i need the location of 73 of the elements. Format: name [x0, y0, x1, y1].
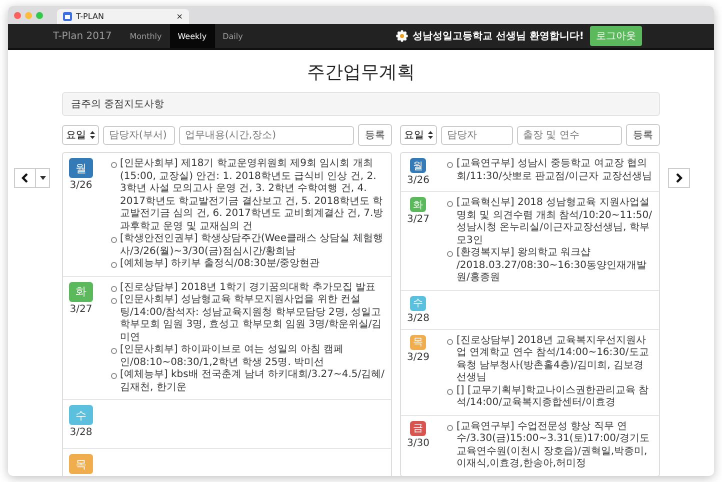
bullet-icon	[447, 338, 454, 344]
bullet-icon	[111, 373, 117, 379]
bullet-icon	[111, 262, 117, 268]
schedule-item: [교육연구부] 수업전문성 향상 직무 연수/3.30(금)15:00~3.31(토)17:00/경기도교육연수원(이천시 장호읍)/권혁일,박종미,이재식,이효경,한송아,허미정	[456, 420, 650, 470]
schedule-item: [환경복지부] 왕의학교 워크샵 /2018.03.27/08:30~16:30동양인재개발원/홍종원	[456, 247, 648, 284]
bullet-icon	[447, 251, 454, 257]
bullet-icon	[447, 424, 454, 430]
date-label: 3/29	[407, 352, 430, 362]
day-badge: 화	[410, 197, 426, 212]
date-label: 3/30	[407, 438, 430, 448]
schedule-item: [교육혁신부] 2018 성남형교육 지원사업설명회 및 의견수렴 개최 참석/10:20~11:50/성남시청 온누리실/이근자교장선생님, 학부모3인	[456, 197, 653, 247]
day-badge: 수	[410, 296, 426, 310]
maximize-dot-icon[interactable]	[36, 12, 43, 18]
bullet-icon	[447, 201, 454, 207]
bullet-icon	[111, 162, 117, 168]
updown-icon	[90, 131, 95, 139]
day-badge: 목	[69, 454, 93, 474]
schedule-item: [] [교무기획부]학교나이스권한관리교육 참석/14:00/교육복지종합센터/이효경	[456, 384, 650, 410]
minimize-dot-icon[interactable]	[25, 12, 32, 18]
day-select[interactable]: 요일	[62, 125, 99, 145]
page-title: 주간업무계획	[306, 61, 416, 84]
content-field[interactable]: 업무내용(시간,장소)	[179, 126, 354, 144]
date-label: 3/28	[407, 312, 430, 324]
owner-field[interactable]: 담당자(부서)	[103, 126, 175, 144]
day-badge: 월	[410, 158, 426, 173]
schedule-item: [예체능부] kbs배 전국춘계 남녀 하키대회/3.27~4.5/김혜/김재천, 한기운	[120, 369, 385, 394]
day-badge: 목	[410, 334, 426, 350]
day-badge: 금	[410, 420, 426, 436]
nav-tab[interactable]: Daily	[214, 24, 251, 48]
content-field[interactable]: 출장 및 연수	[517, 126, 622, 144]
updown-icon	[428, 131, 433, 139]
submit-button[interactable]: 등록	[626, 124, 660, 146]
schedule-item: [진로상담부] 2018년 1학기 경기꿈의대학 추가모집 발표	[120, 282, 376, 294]
date-label: 3/27	[407, 214, 430, 225]
nav-tab[interactable]: Monthly	[122, 24, 170, 48]
date-label: 3/28	[70, 427, 92, 438]
schedule-item: [진로상담부] 2018년 교육복지우선지원사업 연계학교 연수 참석/14:00~16:30/도교육청 남부청사(방촌홀4층)/김미희, 김보경 선생님	[456, 334, 650, 384]
bullet-icon	[111, 286, 117, 292]
chevron-left-icon	[21, 173, 29, 183]
next-button[interactable]	[668, 168, 690, 188]
date-label: 3/27	[70, 304, 92, 314]
calendar-icon	[63, 12, 72, 21]
dropdown-button[interactable]	[36, 168, 50, 188]
flower-icon	[396, 30, 408, 42]
schedule-item: [교육연구부] 성남시 중등학교 여교장 협의회/11:30/삿뽀로 판교점/이근자 교장선생님	[456, 158, 653, 183]
nav-tab[interactable]: Weekly	[170, 24, 215, 48]
schedule-item: [인문사회부] 성남형교육 학부모지원사업을 위한 컨설팅/14:00/참석자: 성남교육지원청 학부모담당 2명, 성일고 학부모회 임원 3명, 효성고 학부모회 임원 3명/학운위실/김미연	[120, 294, 383, 344]
prev-button[interactable]	[14, 168, 36, 188]
caret-icon	[40, 176, 46, 180]
schedule-item: [예체능부] 하키부 출정식/08:30분/중앙현관	[120, 258, 320, 270]
brand-label[interactable]: T-Plan 2017	[53, 30, 112, 42]
browser-tab[interactable]: T-PLAN ×	[57, 9, 189, 24]
bullet-icon	[111, 298, 117, 304]
schedule-item: [인문사회부] 하이파이브로 여는 성일의 아침 캠페인/08:10~08:30/1,2학년 학생 25명. 박미선	[120, 344, 345, 369]
day-select[interactable]: 요일	[400, 125, 437, 145]
bullet-icon	[111, 348, 117, 354]
date-label: 3/26	[407, 175, 430, 186]
welcome-text: 성남성일고등학교 선생님 환영합니다!	[412, 30, 584, 43]
bullet-icon	[111, 237, 117, 243]
day-badge: 수	[69, 405, 93, 425]
close-dot-icon[interactable]	[14, 12, 21, 18]
schedule-item: [학생안전인권부] 학생상담주간(Wee클래스 상담실 체험행사/3/26(월)~3/30(금)점심시간/황희남	[120, 233, 384, 258]
day-badge: 월	[69, 158, 93, 178]
day-badge: 화	[69, 282, 93, 302]
notice-bar: 금주의 중점지도사항	[62, 92, 660, 116]
chevron-right-icon	[675, 173, 683, 183]
date-label: 3/26	[70, 180, 92, 191]
submit-button[interactable]: 등록	[358, 124, 392, 146]
bullet-icon	[447, 388, 454, 394]
bullet-icon	[447, 162, 454, 168]
owner-field[interactable]: 담당자	[441, 126, 513, 144]
schedule-item: [인문사회부] 제18기 학교운영위원회 제9회 임시회 개최(15:00, 교장실) 안건: 1. 2018학년도 급식비 인상 건, 2. 3학년 사설 모의고사 운영 건, 3. 2학년 수학여행 건, 4. 2017학년도 학교발전기금 결산보고 건, 5. 2018학년도 학교발전기금 심의 건, 6. 2017학년도 교비회계결산 건, 7.방과후학교 운영 및 교재심의 건	[120, 158, 384, 233]
tab-close-icon[interactable]: ×	[176, 12, 183, 21]
